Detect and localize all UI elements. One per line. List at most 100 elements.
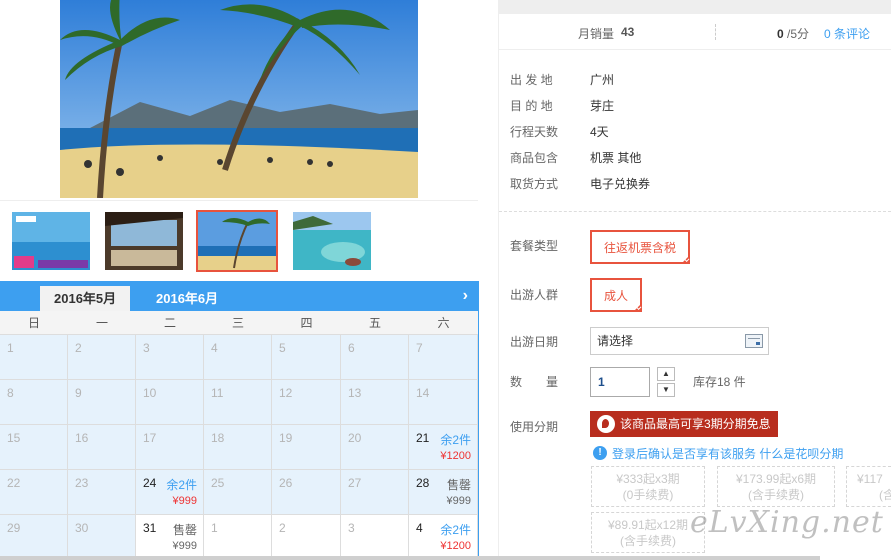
next-month-chevron-icon[interactable]: › — [463, 287, 468, 305]
huabei-icon — [597, 415, 615, 433]
installment-plan-3[interactable]: ¥333起x3期 (0手续费) — [591, 466, 705, 507]
stats-divider — [715, 24, 716, 40]
calendar-day: 3 — [136, 335, 204, 380]
plan-amount: ¥333起x3期 — [616, 472, 680, 486]
thumbnail-strip — [0, 200, 478, 280]
quantity-increase-button[interactable]: ▲ — [657, 367, 675, 381]
calendar-day: 20 — [341, 425, 409, 470]
day-number: 1 — [211, 521, 218, 535]
calendar-day: 26 — [272, 470, 341, 515]
info-label: 行程天数 — [510, 125, 559, 139]
horizontal-scrollbar[interactable] — [0, 556, 820, 560]
remaining-status: 余2件 — [440, 523, 471, 537]
site-watermark: eLvXing.net — [690, 505, 884, 540]
what-is-huabei-link[interactable]: 什么是花呗分期 — [759, 447, 843, 461]
info-value: 电子兑换券 — [590, 177, 651, 191]
calendar-header: 2016年5月 2016年6月 › — [0, 282, 478, 311]
weekday-label: 二 — [163, 316, 176, 330]
installment-plan-12[interactable]: ¥89.91起x12期 (含手续费) — [591, 512, 705, 553]
day-number: 14 — [416, 386, 430, 400]
sold-out-status: 售罄 — [172, 523, 197, 537]
calendar-grid: 1 2 3 4 5 6 7 8 9 10 11 12 13 14 15 16 17 18 19 20 21 余2件 ¥120… — [0, 335, 478, 560]
thumbnail-2[interactable] — [103, 210, 185, 272]
calendar-day: 12 — [272, 380, 341, 425]
calendar-day: 16 — [68, 425, 136, 470]
monthly-sales-label: 月销量 — [578, 27, 615, 41]
quantity-input[interactable]: 1 — [590, 367, 650, 397]
installment-notice: 登录后确认是否享有该服务 什么是花呗分期 — [612, 445, 843, 462]
day-number: 7 — [416, 341, 423, 355]
day-number: 23 — [75, 476, 89, 490]
day-number: 21 — [416, 431, 430, 445]
plan-amount: ¥89.91起x12期 — [607, 518, 689, 532]
calendar-day: 2 — [68, 335, 136, 380]
installment-plan-6[interactable]: ¥173.99起x6期 (含手续费) — [717, 466, 835, 507]
calendar-icon[interactable] — [745, 334, 763, 348]
section-divider — [499, 211, 891, 212]
calendar-day-available: 28 售罄 ¥999 — [409, 470, 478, 515]
calendar-day: 9 — [68, 380, 136, 425]
day-number: 8 — [7, 386, 14, 400]
calendar-day: 18 — [204, 425, 272, 470]
day-number: 2 — [75, 341, 82, 355]
thumbnail-1[interactable] — [10, 210, 92, 272]
day-number: 4 — [416, 521, 423, 535]
info-value: 机票 其他 — [590, 151, 642, 165]
calendar-day-available[interactable]: 21 余2件 ¥1200 — [409, 425, 478, 470]
plan-fee: (0手续费) — [622, 488, 674, 502]
day-number: 22 — [7, 476, 21, 490]
stats-bar: 月销量 43 0 /5分 0 条评论 — [499, 14, 891, 50]
day-number: 11 — [211, 386, 224, 400]
quantity-decrease-button[interactable]: ▼ — [657, 383, 675, 397]
traveler-type-label: 出游人群 — [510, 288, 559, 302]
package-type-label: 套餐类型 — [510, 239, 559, 253]
installment-label: 使用分期 — [510, 420, 559, 434]
day-number: 2 — [279, 521, 286, 535]
info-value: 芽庄 — [590, 99, 615, 113]
tab-month-june[interactable]: 2016年6月 — [142, 286, 232, 311]
login-notice-link[interactable]: 登录后确认是否享有该服务 — [612, 447, 756, 461]
calendar-day-available[interactable]: 4 余2件 ¥1200 — [409, 515, 478, 560]
calendar-day: 29 — [0, 515, 68, 560]
installment-plan-9-partial[interactable]: ¥117 (含 — [846, 466, 891, 507]
traveler-option-text: 成人 — [604, 289, 629, 303]
calendar-day: 6 — [341, 335, 409, 380]
package-option-text: 往返机票含税 — [604, 241, 677, 255]
info-label: 目 的 地 — [510, 99, 553, 113]
info-value: 广州 — [590, 73, 615, 87]
weekday-label: 日 — [27, 316, 40, 330]
plan-fee: (含手续费) — [620, 534, 676, 548]
main-product-photo — [60, 0, 418, 198]
thumbnail-3-selected[interactable] — [196, 210, 278, 272]
rating-suffix: /5分 — [787, 27, 810, 41]
day-price: ¥1200 — [440, 450, 471, 462]
thumbnail-4[interactable] — [291, 210, 373, 272]
day-number: 3 — [143, 341, 150, 355]
installment-banner: 该商品最高可享3期分期免息 — [590, 411, 778, 437]
calendar-day-available[interactable]: 24 余2件 ¥999 — [136, 470, 204, 515]
column-divider — [498, 0, 499, 560]
travel-date-placeholder: 请选择 — [597, 334, 634, 348]
day-price: ¥999 — [172, 495, 197, 507]
day-number: 17 — [143, 431, 157, 445]
day-number: 19 — [279, 431, 293, 445]
day-number: 10 — [143, 386, 157, 400]
day-number: 27 — [348, 476, 362, 490]
selected-check-icon — [681, 255, 691, 264]
monthly-sales-value: 43 — [621, 25, 635, 39]
day-number: 31 — [143, 521, 157, 535]
day-number: 13 — [348, 386, 362, 400]
tab-month-may[interactable]: 2016年5月 — [40, 286, 131, 311]
calendar-day: 13 — [341, 380, 409, 425]
day-number: 18 — [211, 431, 225, 445]
plan-fee: (含手续费) — [748, 488, 804, 502]
traveler-option-adult[interactable]: 成人 — [590, 278, 643, 312]
package-option-roundtrip[interactable]: 往返机票含税 — [590, 230, 691, 264]
day-number: 25 — [211, 476, 225, 490]
comments-link[interactable]: 0 条评论 — [824, 25, 870, 42]
travel-date-input[interactable]: 请选择 — [590, 327, 769, 355]
day-number: 24 — [143, 476, 157, 490]
calendar-day: 1 — [0, 335, 68, 380]
quantity-label: 数 量 — [510, 375, 559, 389]
sold-out-status: 售罄 — [446, 478, 471, 492]
